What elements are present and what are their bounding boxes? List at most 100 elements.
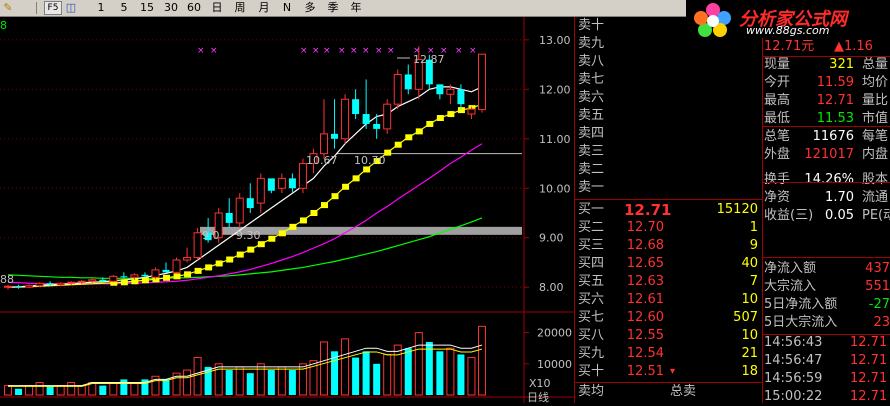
sell-level-row[interactable]: 卖四	[574, 125, 762, 143]
buy-level-price: 12.55	[626, 328, 664, 343]
f5-button[interactable]: F5	[44, 1, 62, 15]
candle-body	[478, 53, 486, 111]
candle-body	[77, 280, 86, 283]
volume-bar	[362, 351, 370, 395]
sell-level-row[interactable]: 卖六	[574, 89, 762, 107]
candle-body	[193, 232, 202, 259]
buy-level-row[interactable]: 买六 12.61 10	[574, 291, 762, 309]
price-axis-label: 10.00	[539, 182, 571, 195]
volume-bar	[446, 347, 455, 396]
period-year[interactable]: 年	[349, 0, 363, 16]
candle-body	[56, 282, 65, 286]
annotation-label: 10.70	[354, 154, 386, 167]
buy-level-row[interactable]: 买七 12.60 507	[574, 309, 762, 327]
buy-level-volume: 9	[749, 238, 758, 253]
buy-level-row[interactable]: 买三 12.68 9	[574, 237, 762, 255]
sell-level-row[interactable]: 卖三	[574, 143, 762, 161]
ma10-marker	[278, 230, 286, 237]
period-15min[interactable]: 15	[139, 0, 155, 16]
buy-level-label: 买六	[578, 292, 605, 307]
period-month[interactable]: 月	[257, 0, 271, 16]
quote-key2: PE(动	[862, 208, 890, 223]
quote-value: 12.71	[816, 93, 854, 108]
ma10-marker	[257, 241, 265, 248]
buy-level-row[interactable]: 买五 12.63 7	[574, 273, 762, 291]
ma10-marker	[163, 274, 170, 281]
signal-x-marker: ×	[362, 46, 370, 56]
flow-row: 净流入额 437	[762, 260, 890, 278]
tick-price: 12.71	[850, 335, 888, 350]
sell-level-row[interactable]: 卖二	[574, 161, 762, 179]
candle-body	[436, 84, 444, 95]
period-multi[interactable]: 多	[303, 0, 317, 16]
buy-level-row[interactable]: 买八 12.55 10	[574, 327, 762, 345]
period-5min[interactable]: 5	[118, 0, 130, 16]
volume-bar	[235, 366, 244, 396]
flow-value: 23	[873, 315, 890, 330]
buy-level-volume: 21	[741, 346, 758, 361]
buy-level-row[interactable]: 买一 12.71 15120	[574, 201, 762, 219]
sell-level-row[interactable]: 卖九	[574, 35, 762, 53]
sell-level-label: 卖九	[578, 36, 605, 51]
annotation-label: 10.67	[306, 154, 338, 167]
buy-level-price: 12.51	[626, 364, 664, 379]
period-1min[interactable]: 1	[95, 0, 107, 16]
tick-time: 14:56:47	[764, 353, 823, 368]
candle-body	[267, 178, 275, 191]
kline-chart[interactable]: 13.00 12.00 11.00 10.00 9.00 8.00 20000 10000 X1…	[0, 17, 574, 403]
period-quarter[interactable]: 季	[326, 0, 340, 16]
ma10-marker	[226, 256, 234, 263]
sell-level-row[interactable]: 卖五	[574, 107, 762, 125]
buy-level-row[interactable]: 买二 12.70 1	[574, 219, 762, 237]
quote-row: 总笔 11676 每笔	[762, 128, 890, 146]
period-week[interactable]: 周	[233, 0, 247, 16]
period-30min[interactable]: 30	[162, 0, 180, 16]
quote-key: 今开	[764, 75, 791, 90]
quote-key: 总笔	[764, 129, 791, 144]
candle-body	[383, 103, 392, 130]
volume-bar	[320, 341, 328, 396]
period-n[interactable]: N	[281, 0, 293, 16]
candle-body	[25, 285, 34, 288]
quote-row: 最高 12.71 量比	[762, 92, 890, 110]
period-day[interactable]: 日	[210, 0, 224, 16]
candle-body	[256, 177, 265, 204]
flow-value: -27	[868, 297, 890, 312]
ma10-marker	[321, 202, 328, 209]
candle-body	[4, 285, 12, 288]
sell-level-row[interactable]: 卖十	[574, 17, 762, 35]
candle-body	[99, 279, 107, 282]
ma10-marker	[289, 223, 297, 230]
divider	[762, 334, 890, 335]
buy-level-price: 12.68	[626, 238, 664, 253]
ma10-marker	[120, 279, 128, 286]
sell-level-row[interactable]: 卖八	[574, 53, 762, 71]
buy-level-row[interactable]: 买十 12.51 ▾ 18	[574, 363, 762, 381]
period-60min[interactable]: 60	[185, 0, 203, 16]
divider	[762, 56, 890, 57]
signal-x-marker: ×	[350, 46, 358, 56]
price-axis-label: 12.00	[539, 83, 571, 96]
quote-key2: 股本	[862, 172, 889, 187]
sell-level-label: 卖十	[578, 18, 605, 33]
ma10-marker	[215, 260, 223, 267]
tick-row: 15:00:22 12.71	[762, 388, 890, 406]
sell-level-label: 卖三	[578, 144, 605, 159]
split-icon[interactable]: ◫	[64, 0, 78, 16]
quote-value: 321	[829, 57, 854, 72]
volume-bar	[46, 385, 54, 395]
flow-row: 5日大宗流入 23	[762, 314, 890, 332]
ma10-marker	[363, 166, 371, 173]
buy-level-row[interactable]: 买四 12.65 40	[574, 255, 762, 273]
buy-level-volume: 10	[741, 328, 758, 343]
sell-level-label: 卖五	[578, 108, 605, 123]
tick-row: 14:56:47 12.71	[762, 352, 890, 370]
pencil-icon[interactable]: ✎	[2, 0, 14, 16]
quote-value: 11.59	[816, 75, 854, 90]
volume-bar	[414, 332, 423, 396]
sell-level-row[interactable]: 卖一	[574, 179, 762, 197]
buy-level-row[interactable]: 买九 12.54 21	[574, 345, 762, 363]
volume-bar	[277, 366, 286, 396]
tick-price: 12.71	[850, 389, 888, 404]
sell-level-row[interactable]: 卖七	[574, 71, 762, 89]
